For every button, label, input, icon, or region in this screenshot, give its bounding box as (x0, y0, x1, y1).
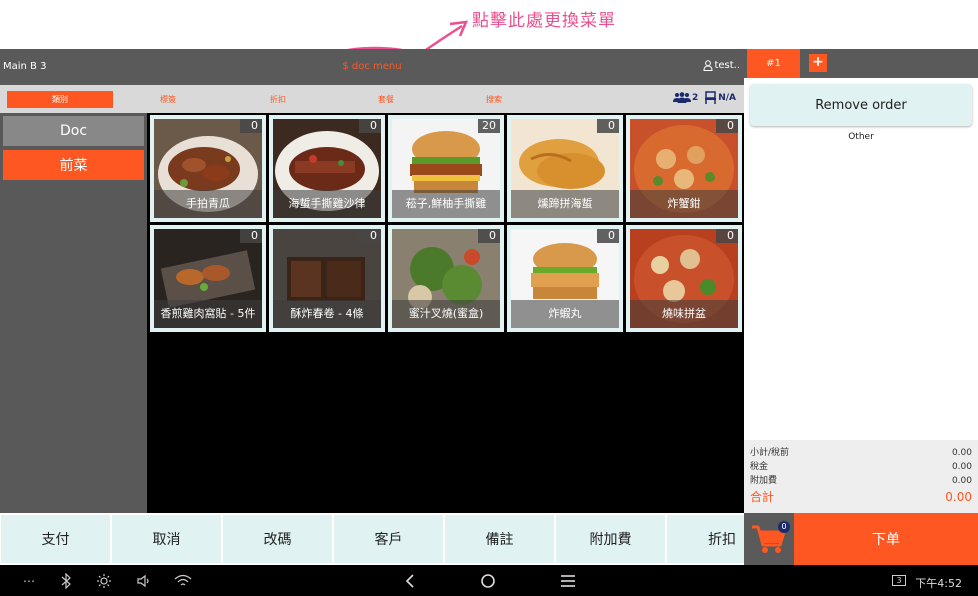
subtotal-value: 0.00 (951, 448, 972, 458)
dish-tile[interactable]: 0 燻蹄拼海蜇 (507, 115, 623, 222)
remove-order-button[interactable]: Remove order (750, 84, 972, 126)
notification-badge: 3 (892, 575, 906, 586)
tab-category[interactable]: 類別 (7, 91, 113, 108)
dish-tile[interactable]: 0 酥炸春卷 - 4條 (269, 225, 385, 332)
guests-icon (672, 92, 691, 103)
chair-icon (705, 91, 717, 104)
dish-tile[interactable]: 0 手拍青瓜 (150, 115, 266, 222)
dish-name: 蜜汁叉燒(蜜盒) (392, 300, 500, 328)
dish-tile[interactable]: 0 香煎雞肉窩貼 - 5件 (150, 225, 266, 332)
home-icon[interactable] (480, 573, 496, 589)
order-panel: #1 + Remove order Other 小計/稅前 0.00 稅金 0.… (744, 49, 978, 565)
total-label: 合計 (750, 490, 775, 504)
wifi-icon (174, 574, 192, 586)
user-account[interactable]: test.. (703, 60, 740, 71)
menu-selector[interactable]: $ doc menu (0, 61, 744, 72)
surcharge-label: 附加費 (750, 476, 778, 486)
annotation-area: 點擊此處更換菜單 (0, 0, 978, 86)
tab-combo[interactable]: 套餐 (358, 91, 414, 108)
dish-quantity: 0 (597, 119, 619, 133)
user-name: test.. (714, 60, 740, 71)
total-row: 合計 0.00 (750, 488, 972, 506)
order-totals: 小計/稅前 0.00 稅金 0.00 附加費 0.00 合計 0.00 (744, 440, 978, 513)
cart-count-badge: 0 (778, 521, 790, 533)
bluetooth-icon (61, 573, 71, 589)
dish-quantity: 0 (359, 119, 381, 133)
dish-quantity: 0 (716, 119, 738, 133)
dish-name: 海蜇手撕雞沙律 (273, 190, 381, 218)
dish-grid: 0 手拍青瓜 0 海蜇手撕雞沙律 20 菘子,鮮柚手撕雞 0 燻蹄拼海蜇 0 炸… (147, 113, 744, 513)
dish-name: 燻蹄拼海蜇 (511, 190, 619, 218)
dish-quantity: 0 (716, 229, 738, 243)
action-bar: 支付 取消 改碼 客戶 備註 附加費 折扣 (0, 513, 744, 565)
subtotal-row: 小計/稅前 0.00 (750, 446, 972, 460)
system-nav-bar: ⋯ 3 下午4:52 (0, 565, 978, 596)
order-footer: 0 下单 (744, 513, 978, 565)
add-order-icon[interactable]: + (809, 54, 827, 72)
tab-order-1[interactable]: #1 (747, 49, 800, 78)
cancel-button[interactable]: 取消 (112, 515, 221, 563)
dish-quantity: 0 (597, 229, 619, 243)
tab-search[interactable]: 搜索 (466, 91, 522, 108)
guest-count[interactable]: 2 (672, 92, 699, 103)
back-icon[interactable] (402, 573, 418, 589)
category-sidebar: Doc 前菜 (0, 113, 147, 513)
tab-tags[interactable]: 標簽 (140, 91, 196, 108)
dish-quantity: 0 (240, 119, 262, 133)
seat-selector[interactable]: N/A (704, 91, 736, 104)
app-window: 點擊此處更換菜單 Main B 3 $ doc menu test.. 類別 標… (0, 0, 978, 596)
dish-name: 炸蟹鉗 (630, 190, 738, 218)
dish-name: 菘子,鮮柚手撕雞 (392, 190, 500, 218)
dish-tile[interactable]: 0 海蜇手撕雞沙律 (269, 115, 385, 222)
customer-button[interactable]: 客戶 (334, 515, 443, 563)
more-icon[interactable]: ⋯ (22, 573, 36, 589)
dish-tile[interactable]: 0 炸蝦丸 (507, 225, 623, 332)
dish-quantity: 0 (359, 229, 381, 243)
clock: 下午4:52 (915, 577, 962, 590)
guest-count-value: 2 (691, 92, 699, 103)
dish-tile[interactable]: 20 菘子,鮮柚手撕雞 (388, 115, 504, 222)
tax-value: 0.00 (951, 462, 972, 472)
dish-name: 手拍青瓜 (154, 190, 262, 218)
total-value: 0.00 (945, 490, 972, 504)
dish-name: 炸蝦丸 (511, 300, 619, 328)
tab-discount[interactable]: 折扣 (250, 91, 306, 108)
surcharge-button[interactable]: 附加費 (556, 515, 665, 563)
dish-quantity: 20 (478, 119, 500, 133)
dish-tile[interactable]: 0 炸蟹鉗 (626, 115, 742, 222)
tax-row: 稅金 0.00 (750, 460, 972, 474)
seat-value: N/A (718, 92, 736, 103)
change-code-button[interactable]: 改碼 (223, 515, 332, 563)
place-order-button[interactable]: 下单 (794, 513, 978, 565)
user-icon (703, 60, 713, 71)
dish-tile[interactable]: 0 燒味拼盆 (626, 225, 742, 332)
category-bar: 類別 標簽 折扣 套餐 搜索 2 N/A (0, 85, 744, 113)
dish-name: 酥炸春卷 - 4條 (273, 300, 381, 328)
recents-icon[interactable] (560, 573, 576, 589)
order-group-label: Other (848, 132, 874, 142)
top-bar: Main B 3 $ doc menu test.. (0, 49, 744, 85)
order-tabs: #1 + (744, 49, 978, 78)
dish-quantity: 0 (240, 229, 262, 243)
sidebar-item-appetizers[interactable]: 前菜 (3, 150, 144, 180)
brightness-icon[interactable] (96, 573, 112, 589)
tax-label: 稅金 (750, 462, 769, 472)
dish-name: 香煎雞肉窩貼 - 5件 (154, 300, 262, 328)
surcharge-value: 0.00 (951, 476, 972, 486)
volume-icon[interactable] (136, 573, 152, 589)
dish-tile[interactable]: 0 蜜汁叉燒(蜜盒) (388, 225, 504, 332)
dish-quantity: 0 (478, 229, 500, 243)
pay-button[interactable]: 支付 (1, 515, 110, 563)
surcharge-row: 附加費 0.00 (750, 474, 972, 488)
annotation-text: 點擊此處更換菜單 (472, 11, 616, 31)
note-button[interactable]: 備註 (445, 515, 554, 563)
discount-button[interactable]: 折扣 (667, 515, 744, 563)
sidebar-item-doc[interactable]: Doc (3, 116, 144, 146)
subtotal-label: 小計/稅前 (750, 448, 790, 458)
dish-name: 燒味拼盆 (630, 300, 738, 328)
